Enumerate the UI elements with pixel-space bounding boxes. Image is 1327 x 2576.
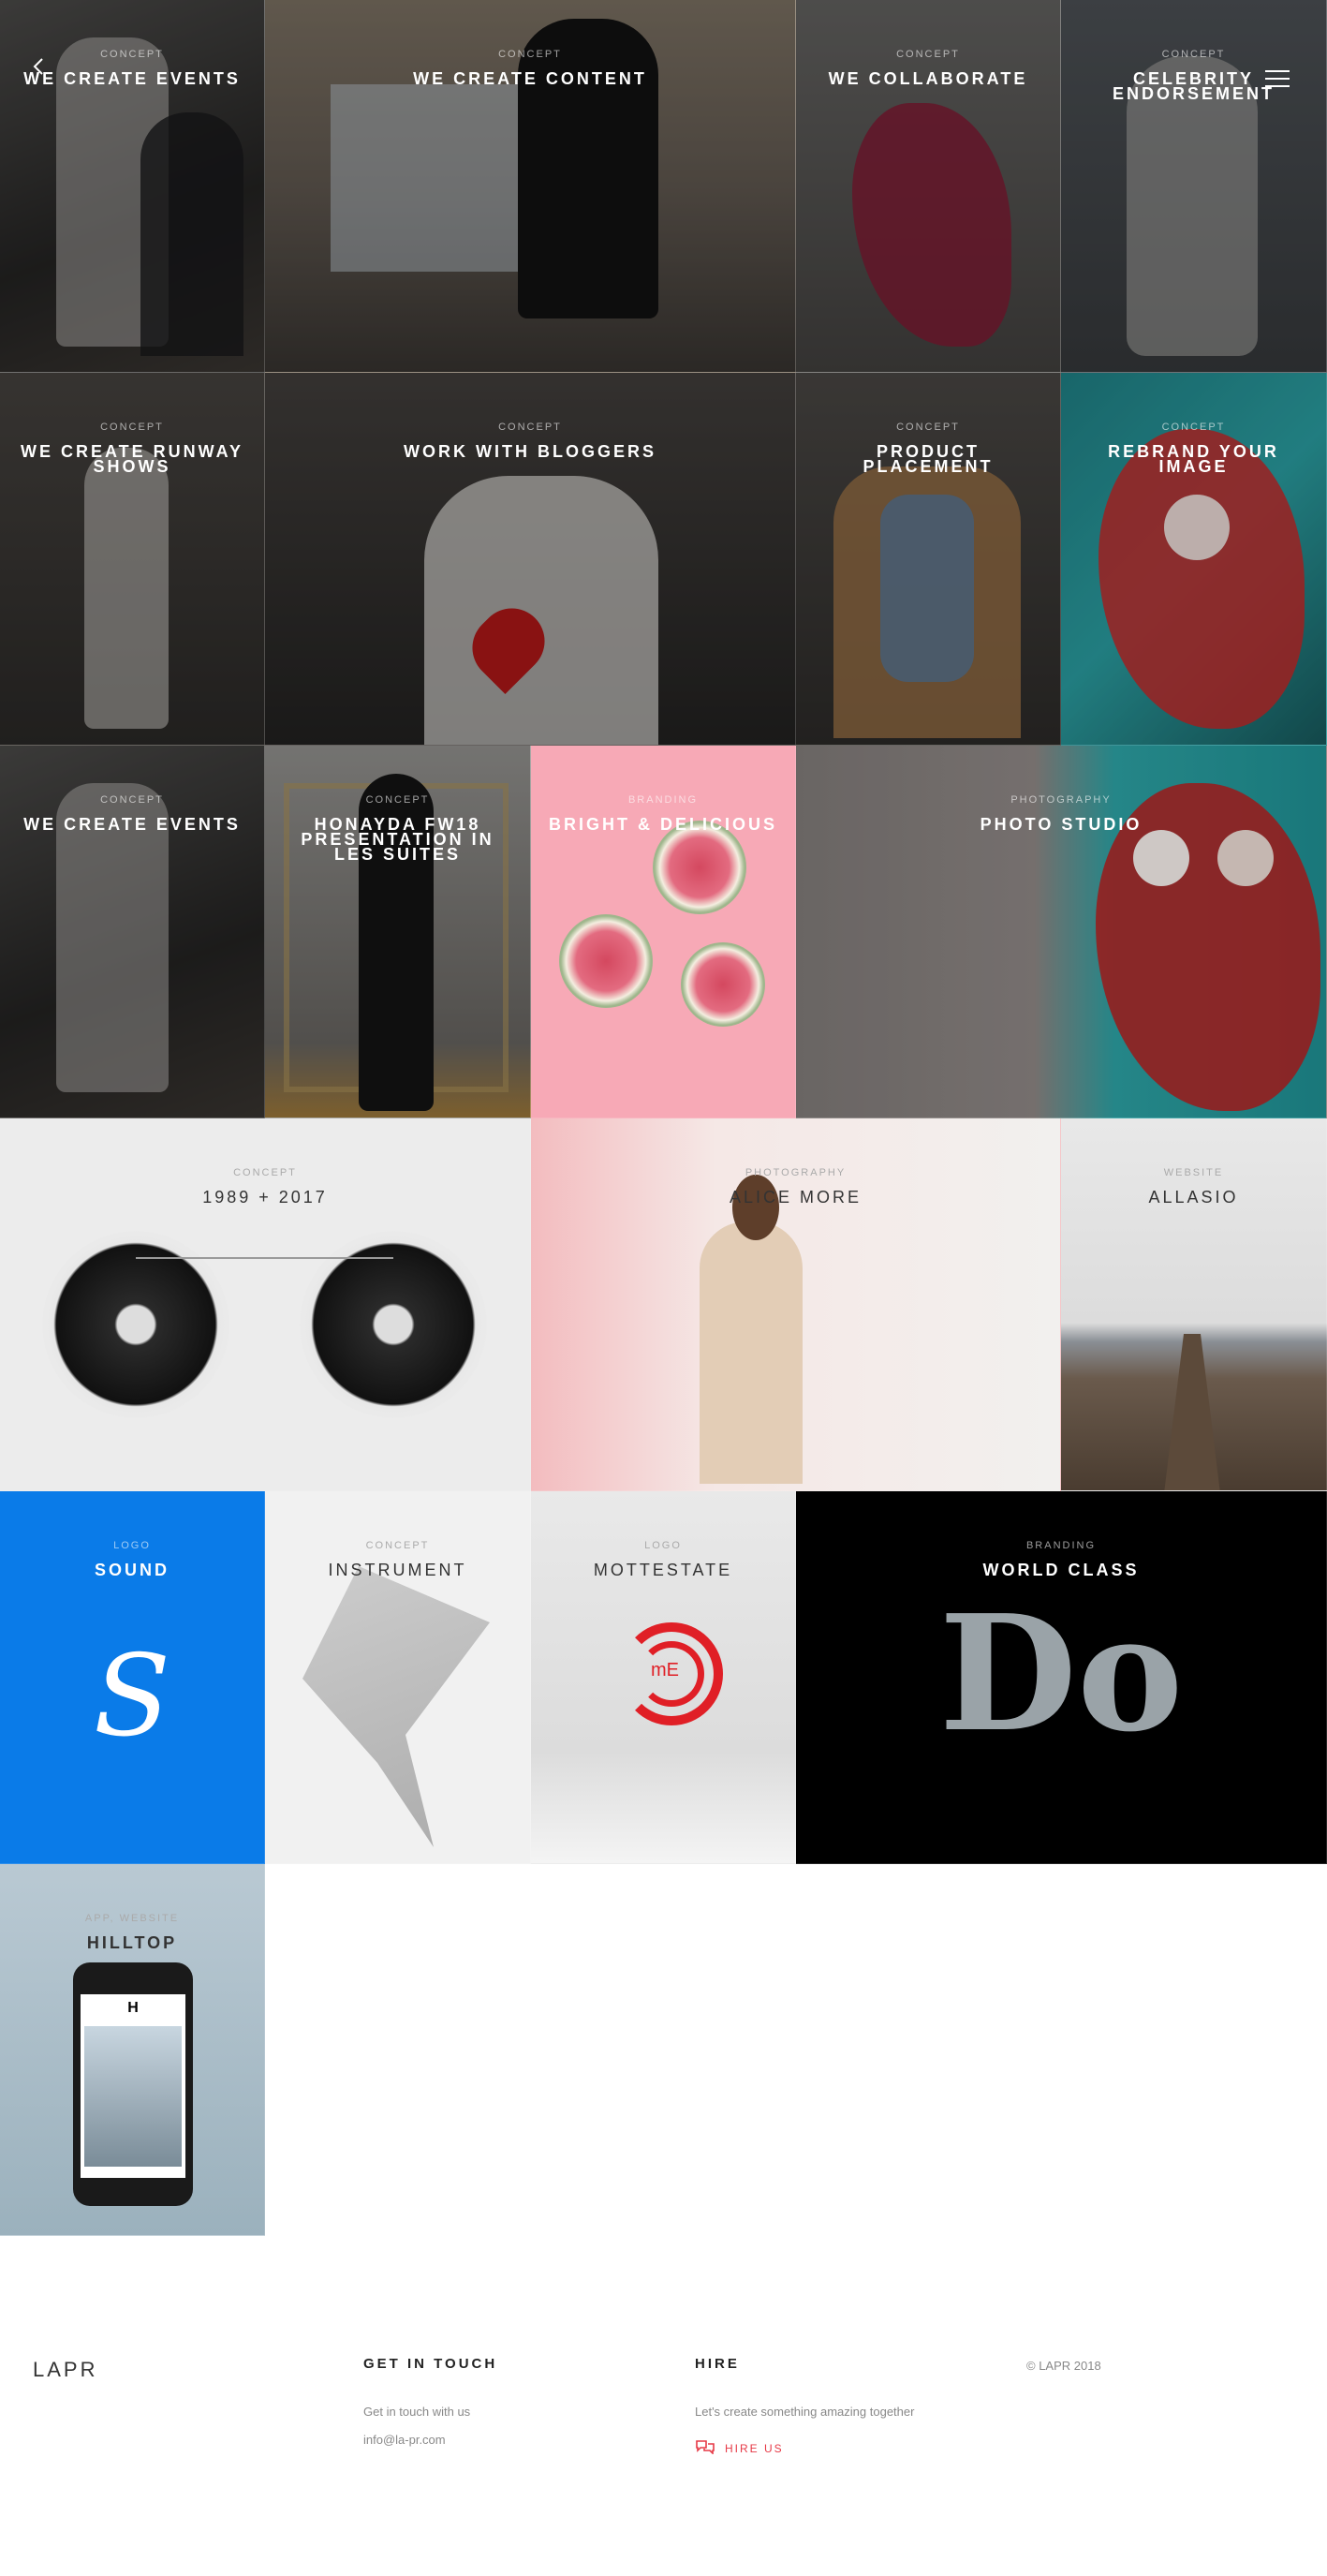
tile-title: Alice More — [729, 1188, 863, 1207]
portfolio-tile[interactable]: Branding Bright & Delicious — [531, 746, 796, 1118]
tile-category: Concept — [365, 1540, 430, 1551]
sound-logo-icon: S — [93, 1632, 171, 1762]
tile-title: Honayda FW18 presentation in Les Suites — [301, 815, 494, 864]
tile-category: Concept — [100, 422, 164, 433]
tile-category: Concept — [233, 1167, 297, 1178]
portfolio-tile[interactable]: Do Branding World Class — [796, 1491, 1327, 1864]
tile-category: Concept — [498, 49, 562, 60]
portfolio-tile[interactable]: Concept We collaborate — [796, 0, 1061, 373]
hamburger-menu-icon[interactable] — [1265, 70, 1290, 87]
portfolio-tile[interactable]: Concept Product placement — [796, 373, 1061, 746]
chat-bubbles-icon — [695, 2439, 715, 2457]
tile-title: We create events — [23, 815, 241, 834]
tile-category: Concept — [1161, 49, 1226, 60]
footer-contact-email[interactable]: info@la-pr.com — [363, 2426, 497, 2454]
tile-title: Bright & Delicious — [548, 815, 777, 834]
tile-title: 1989 + 2017 — [202, 1188, 328, 1207]
portfolio-tile[interactable]: Concept Honayda FW18 presentation in Les … — [265, 746, 531, 1118]
footer-logo[interactable]: LAPR — [33, 2358, 97, 2382]
tile-title: Sound — [94, 1561, 170, 1579]
portfolio-tile[interactable]: Concept Instrument — [265, 1491, 531, 1864]
footer-hire-text: Let's create something amazing together — [695, 2405, 915, 2419]
site-footer: LAPR Get in touch Get in touch with us i… — [0, 2236, 1327, 2576]
portfolio-tile[interactable]: Website Allasio — [1061, 1118, 1327, 1491]
mottestate-logo: mE — [651, 1660, 679, 1680]
tile-title: Hilltop — [86, 1933, 178, 1952]
portfolio-tile[interactable]: S Logo Sound — [0, 1491, 265, 1864]
footer-hire-heading: Hire — [695, 2356, 740, 2372]
tile-title: Work with bloggers — [404, 442, 656, 461]
tile-title: Product placement — [863, 442, 994, 476]
hilltop-app-logo: H — [127, 2000, 139, 2016]
tile-category: Concept — [365, 794, 430, 806]
tile-category: Concept — [100, 794, 164, 806]
portfolio-tile[interactable]: mE Logo Mottestate — [531, 1491, 796, 1864]
tile-category: Photography — [1010, 794, 1112, 806]
tile-category: Concept — [498, 422, 562, 433]
portfolio-tile[interactable]: Concept Rebrand your image — [1061, 373, 1327, 746]
tile-category: App, Website — [84, 1913, 180, 1924]
footer-contact-heading: Get in touch — [363, 2356, 498, 2372]
tile-category: Branding — [627, 794, 699, 806]
tile-title: World Class — [982, 1561, 1140, 1579]
tile-category: Concept — [896, 49, 960, 60]
portfolio-tile[interactable]: Concept Work with bloggers — [265, 373, 796, 746]
portfolio-tile[interactable]: Concept We create content — [265, 0, 796, 373]
tile-category: Website — [1163, 1167, 1224, 1178]
world-class-artwork: Do — [938, 1580, 1184, 1768]
tile-title: Mottestate — [593, 1561, 733, 1579]
hire-us-link[interactable]: HIRE US — [695, 2439, 914, 2457]
tile-category: Logo — [113, 1540, 151, 1551]
tile-title: Instrument — [328, 1561, 467, 1579]
tile-title: Photo studio — [980, 815, 1143, 834]
tile-title: Rebrand your image — [1108, 442, 1279, 476]
portfolio-tile[interactable]: Concept We create events — [0, 746, 265, 1118]
tile-title: We create runway shows — [20, 442, 243, 476]
portfolio-tile[interactable]: Concept Celebrity endorsement — [1061, 0, 1327, 373]
portfolio-tile[interactable]: Concept We create runway shows — [0, 373, 265, 746]
footer-copyright: © LAPR 2018 — [1026, 2359, 1101, 2373]
hire-us-label: HIRE US — [725, 2441, 784, 2455]
tile-title: Allasio — [1148, 1188, 1239, 1207]
tile-category: Concept — [1161, 422, 1226, 433]
footer-hire-column: Hire Let's create something amazing toge… — [695, 2356, 914, 2457]
tile-title: We create events — [23, 69, 241, 88]
tile-title: We collaborate — [828, 69, 1028, 88]
tile-category: Logo — [644, 1540, 682, 1551]
tile-title: We create content — [413, 69, 647, 88]
portfolio-grid: Concept We create events Concept We create… — [0, 0, 1327, 2236]
footer-contact-column: Get in touch Get in touch with us info@l… — [363, 2356, 497, 2454]
back-arrow-icon[interactable] — [28, 56, 49, 77]
footer-contact-text: Get in touch with us — [363, 2405, 471, 2419]
portfolio-tile[interactable]: Concept 1989 + 2017 — [0, 1118, 531, 1491]
tile-category: Concept — [896, 422, 960, 433]
tile-category: Branding — [1025, 1540, 1097, 1551]
portfolio-tile[interactable]: H App, Website Hilltop — [0, 1864, 265, 2236]
tile-category: Photography — [745, 1167, 847, 1178]
portfolio-tile[interactable]: Photography Photo studio — [796, 746, 1327, 1118]
tile-category: Concept — [100, 49, 164, 60]
portfolio-tile[interactable]: Photography Alice More — [531, 1118, 1061, 1491]
